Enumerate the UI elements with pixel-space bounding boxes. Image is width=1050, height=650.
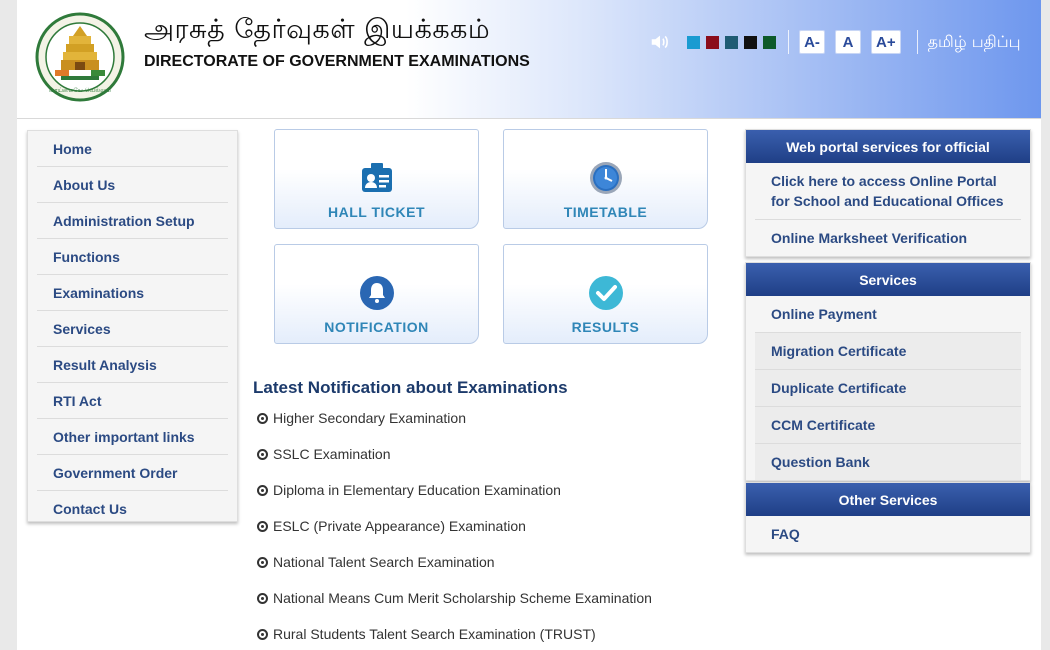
notification-item[interactable]: Diploma in Elementary Education Examinat… (257, 472, 727, 508)
question-bank-link[interactable]: Question Bank (755, 444, 1021, 480)
online-portal-link[interactable]: Click here to access Online Portal for S… (755, 163, 1021, 220)
id-card-icon (361, 163, 392, 192)
web-portal-panel-title: Web portal services for official (746, 130, 1030, 163)
nav-item-government-order[interactable]: Government Order (37, 455, 228, 491)
svg-text:வாய்மையே வெல்லும்: வாய்மையே வெல்லும் (49, 87, 111, 94)
nav-item-functions[interactable]: Functions (37, 239, 228, 275)
nav-item-home[interactable]: Home (37, 131, 228, 167)
font-increase-button[interactable]: A+ (871, 30, 901, 54)
notification-link[interactable]: Higher Secondary Examination (273, 410, 466, 426)
timetable-tile[interactable]: TIMETABLE (503, 129, 708, 229)
notification-label: NOTIFICATION (324, 319, 429, 335)
other-services-panel-title: Other Services (746, 483, 1030, 516)
results-label: RESULTS (571, 319, 640, 335)
services-panel-title: Services (746, 263, 1030, 296)
nav-item-about-us[interactable]: About Us (37, 167, 228, 203)
hall-ticket-label: HALL TICKET (327, 204, 425, 220)
font-reset-button[interactable]: A (835, 30, 861, 54)
bullet-icon (257, 448, 268, 460)
sidebar-nav: Home About Us Administration Setup Funct… (27, 130, 238, 522)
notification-item[interactable]: Higher Secondary Examination (257, 400, 727, 436)
notification-item[interactable]: National Talent Search Examination (257, 544, 727, 580)
migration-certificate-link[interactable]: Migration Certificate (755, 333, 1021, 370)
bullet-icon (257, 556, 268, 568)
notification-list: Higher Secondary Examination SSLC Examin… (257, 400, 727, 650)
notification-item[interactable]: ESLC (Private Appearance) Examination (257, 508, 727, 544)
notification-link[interactable]: Diploma in Elementary Education Examinat… (273, 482, 561, 498)
marksheet-verification-link[interactable]: Online Marksheet Verification (755, 220, 1021, 256)
site-title-english: DIRECTORATE OF GOVERNMENT EXAMINATIONS (144, 53, 530, 70)
nav-item-other-links[interactable]: Other important links (37, 419, 228, 455)
theme-color-swatch[interactable] (687, 35, 700, 49)
online-payment-link[interactable]: Online Payment (755, 296, 1021, 333)
nav-item-rti-act[interactable]: RTI Act (37, 383, 228, 419)
site-header: வாய்மையே வெல்லும் அரசுத் தேர்வுகள் இயக்க… (17, 0, 1041, 119)
bullet-icon (257, 484, 268, 496)
nav-item-contact-us[interactable]: Contact Us (37, 491, 228, 527)
nav-item-administration-setup[interactable]: Administration Setup (37, 203, 228, 239)
site-title-tamil: அரசுத் தேர்வுகள் இயக்ககம் (144, 14, 491, 45)
toolbar-divider (788, 30, 789, 54)
notification-item[interactable]: Rural Students Talent Search Examination… (257, 616, 727, 650)
bullet-icon (257, 412, 268, 424)
tamil-nadu-emblem-icon[interactable]: வாய்மையே வெல்லும் (35, 12, 125, 102)
bell-icon (359, 276, 394, 310)
checkmark-icon (588, 276, 623, 310)
web-portal-panel: Web portal services for official Click h… (745, 129, 1031, 257)
notification-link[interactable]: ESLC (Private Appearance) Examination (273, 518, 526, 534)
theme-color-swatch[interactable] (706, 35, 719, 49)
bullet-icon (257, 628, 268, 640)
services-panel: Services Online Payment Migration Certif… (745, 262, 1031, 481)
notification-link[interactable]: National Means Cum Merit Scholarship Sch… (273, 590, 652, 606)
notification-link[interactable]: Rural Students Talent Search Examination… (273, 626, 596, 642)
notification-link[interactable]: National Talent Search Examination (273, 554, 495, 570)
nav-item-examinations[interactable]: Examinations (37, 275, 228, 311)
ccm-certificate-link[interactable]: CCM Certificate (755, 407, 1021, 444)
nav-item-result-analysis[interactable]: Result Analysis (37, 347, 228, 383)
bullet-icon (257, 520, 268, 532)
latest-notifications-heading: Latest Notification about Examinations (253, 378, 568, 397)
duplicate-certificate-link[interactable]: Duplicate Certificate (755, 370, 1021, 407)
accessibility-toolbar: A- A A+ தமிழ் பதிப்பு (649, 29, 1021, 55)
page: வாய்மையே வெல்லும் அரசுத் தேர்வுகள் இயக்க… (17, 0, 1041, 650)
notification-item[interactable]: National Means Cum Merit Scholarship Sch… (257, 580, 727, 616)
theme-color-swatch[interactable] (744, 35, 757, 49)
hall-ticket-tile[interactable]: HALL TICKET (274, 129, 479, 229)
faq-link[interactable]: FAQ (755, 516, 1021, 552)
theme-color-swatch[interactable] (763, 35, 776, 49)
notification-tile[interactable]: NOTIFICATION (274, 244, 479, 344)
nav-item-services[interactable]: Services (37, 311, 228, 347)
timetable-label: TIMETABLE (563, 204, 648, 220)
font-decrease-button[interactable]: A- (799, 30, 825, 54)
speaker-icon[interactable] (649, 31, 671, 53)
theme-color-swatch[interactable] (725, 35, 738, 49)
notification-link[interactable]: SSLC Examination (273, 446, 391, 462)
other-services-panel: Other Services FAQ (745, 482, 1031, 553)
notification-item[interactable]: SSLC Examination (257, 436, 727, 472)
bullet-icon (257, 592, 268, 604)
tamil-version-link[interactable]: தமிழ் பதிப்பு (928, 32, 1021, 53)
clock-icon (589, 162, 622, 194)
results-tile[interactable]: RESULTS (503, 244, 708, 344)
toolbar-divider (916, 30, 918, 54)
